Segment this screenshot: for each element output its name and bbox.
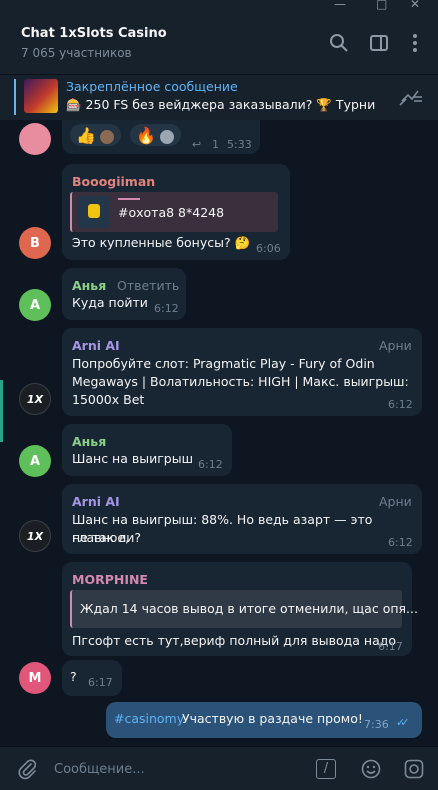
attach-icon[interactable] — [16, 758, 38, 780]
reactor-avatar — [98, 128, 115, 145]
close-window-button[interactable]: ✕ — [410, 0, 420, 11]
message-time: 6:12 — [388, 398, 413, 411]
message-bubble-outgoing[interactable]: #casinomy Участвую в раздаче промо! 7:36… — [106, 702, 422, 738]
pinned-text: 🎰 250 FS без вейджера заказывали? 🏆 Турн… — [66, 97, 376, 112]
message-bubble[interactable]: Arni AI Арни Попробуйте слот: Pragmatic … — [62, 328, 422, 416]
member-count: 7 065 участников — [21, 46, 132, 60]
emoji-icon[interactable] — [360, 758, 382, 780]
message-bubble[interactable]: Booogiiman #охота8 8*4248 Это купленные … — [62, 164, 290, 260]
read-status-icon: ✓✓ — [396, 716, 410, 729]
message-text: ? — [70, 669, 77, 684]
message-time: 6:17 — [378, 640, 403, 653]
reply-icon[interactable]: ↩ — [192, 138, 201, 151]
avatar[interactable]: 1X — [19, 520, 51, 552]
message-time: 6:12 — [388, 536, 413, 549]
message-text: Пгсофт есть тут,вериф полный для вывода … — [72, 633, 397, 648]
reply-count: 1 — [212, 138, 219, 151]
avatar[interactable]: 1X — [19, 383, 51, 415]
window-titlebar: — □ ✕ — [0, 0, 438, 12]
message-input[interactable] — [54, 759, 294, 779]
more-options-icon[interactable] — [404, 32, 426, 54]
quoted-thumbnail — [78, 196, 110, 228]
message-time: 7:36 — [364, 718, 389, 731]
message-text: Шанс на выигрыш — [72, 451, 194, 466]
reaction-fire[interactable]: 🔥 — [130, 124, 181, 146]
avatar[interactable] — [19, 123, 51, 155]
sender-name[interactable]: Booogiiman — [72, 174, 155, 189]
sender-role: Арни — [379, 494, 412, 509]
pinned-message-bar[interactable]: Закреплённое сообщение 🎰 250 FS без вейд… — [0, 74, 438, 120]
message-bubble[interactable]: Анья Ответить Куда пойти 6:12 — [62, 268, 186, 320]
message-text: Участвую в раздаче промо! — [182, 711, 363, 726]
sender-role: Арни — [379, 338, 412, 353]
pinned-indicator — [14, 79, 16, 115]
avatar[interactable]: M — [19, 662, 51, 694]
sender-name[interactable]: Arni AI — [72, 338, 120, 353]
message-time: 5:33 — [227, 138, 252, 151]
sidebar-toggle-icon[interactable] — [368, 32, 390, 54]
quoted-text: Ждал 14 часов вывод в итоге отменили, ща… — [80, 601, 418, 616]
message-time: 6:12 — [154, 302, 179, 315]
avatar[interactable]: A — [19, 289, 51, 321]
scroll-indicator — [0, 380, 3, 442]
message-line: Попробуйте слот: Pragmatic Play - Fury o… — [72, 356, 375, 371]
reaction-emoji: 👍 — [76, 126, 96, 145]
avatar[interactable]: B — [19, 227, 51, 259]
quoted-message[interactable]: #охота8 8*4248 — [70, 192, 278, 232]
bot-command-button[interactable]: / — [316, 759, 336, 779]
sender-name[interactable]: Анья — [72, 434, 106, 449]
reaction-emoji: 🔥 — [136, 126, 156, 145]
sender-name[interactable]: Анья — [72, 278, 106, 293]
message-bubble[interactable]: Анья Шанс на выигрыш 6:12 — [62, 424, 232, 476]
search-icon[interactable] — [328, 32, 350, 54]
composer-bar: / — [0, 746, 438, 790]
reactor-avatar — [158, 128, 175, 145]
reactions: 👍 🔥 — [70, 124, 185, 146]
message-bubble[interactable]: 👍 🔥 ↩ 1 5:33 — [62, 120, 260, 154]
reaction-thumbs-up[interactable]: 👍 — [70, 124, 121, 146]
message-list[interactable]: 👍 🔥 ↩ 1 5:33 B Booogiiman #охота8 8*4248… — [0, 120, 438, 746]
message-time: 6:17 — [88, 676, 113, 689]
sender-name[interactable]: Arni AI — [72, 494, 120, 509]
chat-title: Chat 1xSlots Casino — [21, 26, 167, 41]
camera-icon[interactable] — [403, 758, 425, 780]
pinned-title: Закреплённое сообщение — [66, 79, 238, 94]
message-time: 6:06 — [256, 242, 281, 255]
message-line: не так ли? — [72, 530, 142, 545]
pinned-thumbnail — [24, 79, 58, 113]
chat-header[interactable]: Chat 1xSlots Casino 7 065 участников — [0, 12, 438, 74]
message-bubble[interactable]: Arni AI Арни Шанс на выигрыш: 88%. Но ве… — [62, 484, 422, 554]
maximize-button[interactable]: □ — [376, 0, 387, 11]
hashtag-link[interactable]: #casinomy — [114, 710, 184, 728]
quoted-message[interactable]: Ждал 14 часов вывод в итоге отменили, ща… — [70, 590, 418, 628]
message-time: 6:12 — [198, 458, 223, 471]
message-text: Это купленные бонусы? 🤔 — [72, 235, 251, 250]
avatar[interactable]: A — [19, 445, 51, 477]
sender-name[interactable]: MORPHINE — [72, 572, 148, 587]
reply-button[interactable]: Ответить — [117, 278, 179, 293]
message-bubble[interactable]: ? 6:17 — [62, 660, 122, 696]
minimize-button[interactable]: — — [334, 0, 346, 11]
message-line: Megaways | Волатильность: HIGH | Макс. в… — [72, 374, 409, 389]
message-bubble[interactable]: MORPHINE Ждал 14 часов вывод в итоге отм… — [62, 562, 418, 656]
pinned-list-icon[interactable] — [398, 87, 424, 107]
quoted-text: #охота8 8*4248 — [118, 205, 225, 220]
message-line: 15000x Bet — [72, 392, 145, 407]
message-text: Куда пойти — [72, 295, 148, 310]
